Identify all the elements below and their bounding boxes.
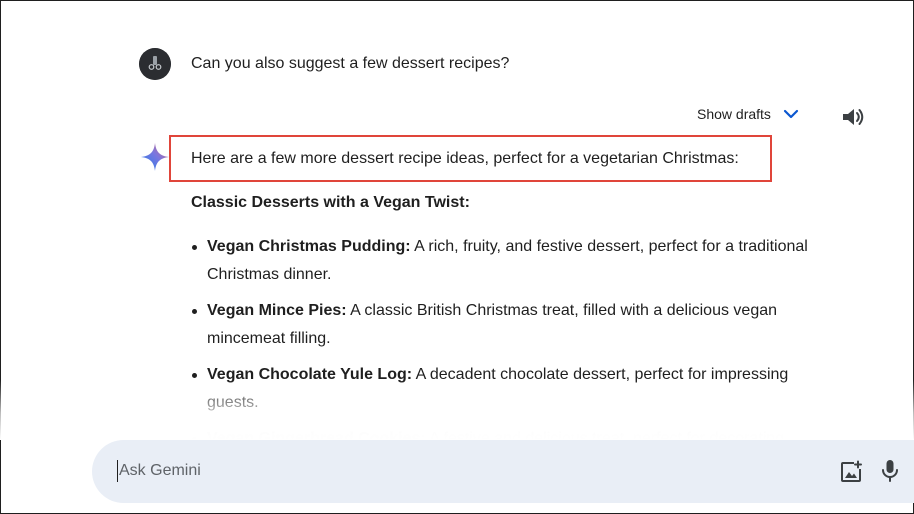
response-intro: Here are a few more dessert recipe ideas… [191,150,739,167]
microphone-icon[interactable] [878,458,902,484]
section-title: Classic Desserts with a Vegan Twist: [191,194,470,211]
list-item-title: Vegan Christmas Pudding: [207,238,411,255]
speaker-icon[interactable] [840,104,866,130]
user-avatar[interactable] [139,48,171,80]
add-image-icon[interactable] [839,460,863,484]
dessert-list: Vegan Christmas Pudding: A rich, fruity,… [191,233,811,461]
user-avatar-image [139,48,171,80]
list-item: Vegan Chocolate Yule Log: A decadent cho… [191,361,811,417]
gemini-sparkle-icon [141,143,169,171]
user-message: Can you also suggest a few dessert recip… [191,55,510,72]
list-item-title: Vegan Chocolate Yule Log: [207,366,413,383]
chevron-down-icon [783,109,799,119]
list-item: Vegan Mince Pies: A classic British Chri… [191,297,811,353]
prompt-input[interactable]: Ask Gemini [117,460,799,482]
list-item-title: Vegan Mince Pies: [207,302,347,319]
show-drafts-button[interactable]: Show drafts [697,106,799,122]
show-drafts-label: Show drafts [697,106,771,122]
list-item: Vegan Christmas Pudding: A rich, fruity,… [191,233,811,289]
